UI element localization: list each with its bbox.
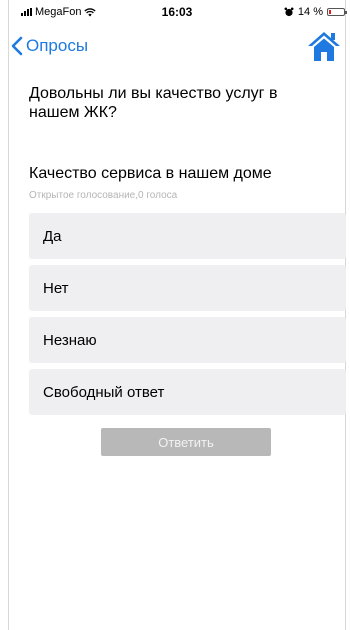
poll-title: Качество сервиса в нашем доме bbox=[29, 165, 272, 182]
option-yes[interactable]: Да bbox=[29, 213, 346, 259]
back-label: Опросы bbox=[26, 36, 89, 55]
signal-icon bbox=[21, 8, 32, 16]
carrier-name: MegaFon bbox=[35, 6, 82, 18]
navigation-bar: Опросы bbox=[9, 26, 345, 66]
battery-percent: 14 % bbox=[297, 6, 323, 18]
battery-icon bbox=[327, 8, 347, 16]
home-icon[interactable] bbox=[307, 30, 341, 62]
back-button[interactable]: Опросы bbox=[11, 36, 88, 56]
poll-subtitle: Открытое голосование,0 голоса bbox=[29, 190, 178, 201]
battery-info: 14 % bbox=[284, 6, 347, 18]
alarm-icon bbox=[284, 7, 294, 17]
chevron-left-icon bbox=[11, 36, 23, 56]
status-bar: MegaFon 16:03 14 % bbox=[9, 0, 347, 24]
option-dont-know[interactable]: Незнаю bbox=[29, 317, 346, 363]
option-free-answer[interactable]: Свободный ответ bbox=[29, 369, 346, 415]
question-text: Довольны ли вы качество услуг в нашем ЖК… bbox=[29, 85, 278, 121]
submit-button[interactable]: Ответить bbox=[101, 428, 271, 456]
option-no[interactable]: Нет bbox=[29, 265, 346, 311]
carrier-info: MegaFon bbox=[21, 6, 97, 18]
screen: MegaFon 16:03 14 % Опросы Довольны ли вы… bbox=[8, 0, 347, 630]
wifi-icon bbox=[84, 7, 97, 16]
poll-options: Да Нет Незнаю Свободный ответ bbox=[29, 213, 346, 421]
